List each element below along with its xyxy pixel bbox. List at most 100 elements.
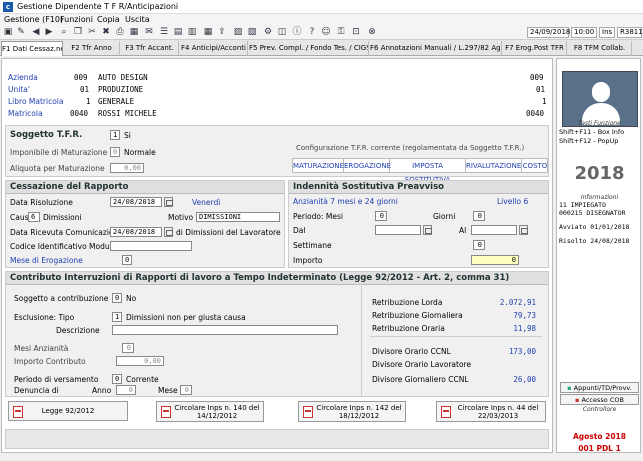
- periodo-versamento-field[interactable]: 0: [112, 374, 122, 384]
- mesi-anzianita-field[interactable]: 0: [122, 343, 134, 353]
- tab-erog-post-tfr[interactable]: F7 Erog.Post TFR: [503, 41, 567, 56]
- giorni-field[interactable]: 0: [473, 211, 485, 221]
- data-ricevuta-field[interactable]: 24/08/2018: [110, 227, 162, 237]
- soggetto-contribuzione-label: Soggetto a contribuzione: [14, 294, 109, 303]
- mese-field[interactable]: 0: [180, 385, 192, 395]
- costo-button[interactable]: COSTO: [522, 159, 548, 173]
- tab-prev-compl[interactable]: F5 Prev. Compl. / Fondo Tes. / CIGS: [249, 41, 369, 56]
- data-risoluzione-field[interactable]: 24/08/2018: [110, 197, 162, 207]
- livello-text: Livello 6: [497, 197, 529, 206]
- periodo-mesi-field[interactable]: 0: [375, 211, 387, 221]
- importo-field[interactable]: 0: [471, 255, 519, 265]
- info-icon[interactable]: ⓘ: [291, 27, 303, 38]
- menu-bar: Gestione (F10) Funzioni Copia Uscita: [0, 14, 643, 26]
- maturazione-button[interactable]: MATURAZIONE: [293, 159, 344, 173]
- lock-icon[interactable]: ⊡: [350, 27, 362, 38]
- menu-uscita[interactable]: Uscita: [125, 15, 150, 24]
- anno-label: Anno: [92, 386, 112, 395]
- tab-anticipi-acconti[interactable]: F4 Anticipi/Acconti: [180, 41, 248, 56]
- window-icon[interactable]: ◫: [276, 27, 288, 38]
- calendar-icon[interactable]: [519, 225, 528, 235]
- circolare-140-button[interactable]: Circolare Inps n. 140 del 14/12/2012: [156, 401, 264, 422]
- circolare-44-button[interactable]: Circolare Inps n. 44 del 22/03/2013: [436, 401, 546, 422]
- status-code: R3811: [617, 27, 643, 38]
- chart-icon[interactable]: ▨: [232, 27, 244, 38]
- calendar-icon[interactable]: [164, 197, 173, 207]
- tab-tfr-accant[interactable]: F3 Tfr Accant.: [121, 41, 179, 56]
- close-icon[interactable]: ⊗: [366, 27, 378, 38]
- status-time: 10:00: [571, 27, 597, 38]
- dal-field[interactable]: [375, 225, 421, 235]
- edit-icon[interactable]: ✎: [15, 27, 27, 38]
- accesso-cob-button[interactable]: ▪ Accesso COB: [560, 394, 639, 405]
- delete-icon[interactable]: ✖: [100, 27, 112, 38]
- forward-arrow-icon[interactable]: ▶: [43, 27, 55, 38]
- tools-icon[interactable]: ⚙: [262, 27, 274, 38]
- menu-gestione[interactable]: Gestione (F10): [4, 15, 63, 24]
- calendar-icon[interactable]: ▦: [128, 27, 140, 38]
- descrizione-field[interactable]: [112, 325, 338, 335]
- contributo-left: Soggetto a contribuzione 0 No Esclusione…: [8, 286, 362, 396]
- aliquota-field[interactable]: 0,00: [110, 163, 144, 173]
- find-icon[interactable]: ⌕: [58, 27, 70, 38]
- circolare-142-label: Circolare Inps n. 142 del 18/12/2012: [316, 404, 402, 420]
- azienda-code: 009: [74, 73, 88, 82]
- report-icon[interactable]: ▧: [246, 27, 258, 38]
- periodo-versamento-label: Periodo di versamento: [14, 375, 99, 384]
- imponibile-field[interactable]: 0: [110, 147, 120, 157]
- rivalutazione-button[interactable]: RIVALUTAZIONE: [466, 159, 522, 173]
- export-icon[interactable]: ⇪: [216, 27, 228, 38]
- side-panel: Tasti Funzione Shift+F11 - Box Info Shif…: [556, 58, 641, 453]
- list-icon[interactable]: ☰: [158, 27, 170, 38]
- imposta-sostitutiva-button[interactable]: IMPOSTA SOSTITUTIVA: [390, 159, 466, 184]
- legge-92-2012-button[interactable]: Legge 92/2012: [8, 401, 128, 421]
- tab-tfm-collab[interactable]: F8 TFM Collab.: [568, 41, 632, 56]
- calendar-icon[interactable]: [164, 227, 173, 237]
- copy-icon[interactable]: ❐: [72, 27, 84, 38]
- settimane-field[interactable]: 0: [473, 240, 485, 250]
- erogazione-button[interactable]: EROGAZIONE: [344, 159, 391, 173]
- libro-code: 1: [86, 97, 91, 106]
- pdf-icon: [161, 406, 171, 418]
- calendar-icon[interactable]: [423, 225, 432, 235]
- pdf-icon[interactable]: ▤: [172, 27, 184, 38]
- tab-annotazioni[interactable]: F6 Annotazioni Manuali / L.297/82 Agev.: [370, 41, 502, 56]
- back-arrow-icon[interactable]: ◀: [30, 27, 42, 38]
- tab-dati-cessazione[interactable]: F1 Dati Cessaz.ne: [1, 41, 63, 56]
- mese-erogazione-field[interactable]: 0: [122, 255, 132, 265]
- save-icon[interactable]: ▣: [2, 27, 14, 38]
- print-icon[interactable]: ⎙: [114, 27, 126, 38]
- modulo-field[interactable]: [110, 241, 192, 251]
- motivo-label: Motivo: [168, 213, 194, 222]
- importo-contributo-field[interactable]: 0,00: [116, 356, 164, 366]
- motivo-field[interactable]: DIMISSIONI: [196, 212, 280, 222]
- azienda-code-right: 009: [530, 73, 544, 82]
- appunti-button[interactable]: ▪ Appunti/TD/Provv.: [560, 382, 639, 393]
- cessazione-section: Cessazione del Rapporto Data Risoluzione…: [5, 180, 285, 268]
- user-icon[interactable]: ☺: [320, 27, 332, 38]
- grid-icon[interactable]: ▦: [202, 27, 214, 38]
- pdl-display: 001 PDL 1: [578, 444, 621, 453]
- soggetto-contribuzione-field[interactable]: 0: [112, 293, 122, 303]
- matricola-code-right: 0040: [526, 109, 545, 118]
- divisore-orario-lavoratore-label: Divisore Orario Lavoratore: [372, 360, 472, 369]
- tab-tfr-anno[interactable]: F2 Tfr Anno: [64, 41, 120, 56]
- menu-funzioni[interactable]: Funzioni: [60, 15, 93, 24]
- key-icon[interactable]: ⚿: [335, 27, 347, 38]
- mail-icon[interactable]: ✉: [143, 27, 155, 38]
- causa-field[interactable]: 6: [28, 212, 40, 222]
- data-ricevuta-label: Data Ricevuta Comunicazione: [10, 228, 123, 237]
- help-icon[interactable]: ?: [306, 27, 318, 38]
- menu-copia[interactable]: Copia: [97, 15, 120, 24]
- config-label: Configurazione T.F.R. corrente (regolame…: [296, 144, 525, 152]
- period-display: Agosto 2018: [572, 432, 626, 441]
- soggetto-tfr-field[interactable]: 1: [110, 130, 120, 140]
- table-icon[interactable]: ▥: [186, 27, 198, 38]
- cut-icon[interactable]: ✂: [86, 27, 98, 38]
- al-field[interactable]: [471, 225, 517, 235]
- anno-field[interactable]: 0: [116, 385, 136, 395]
- circolare-142-button[interactable]: Circolare Inps n. 142 del 18/12/2012: [298, 401, 406, 422]
- day-of-week: Venerdì: [192, 198, 221, 207]
- esclusione-field[interactable]: 1: [112, 312, 122, 322]
- retribuzione-oraria-value: 11,98: [513, 324, 536, 333]
